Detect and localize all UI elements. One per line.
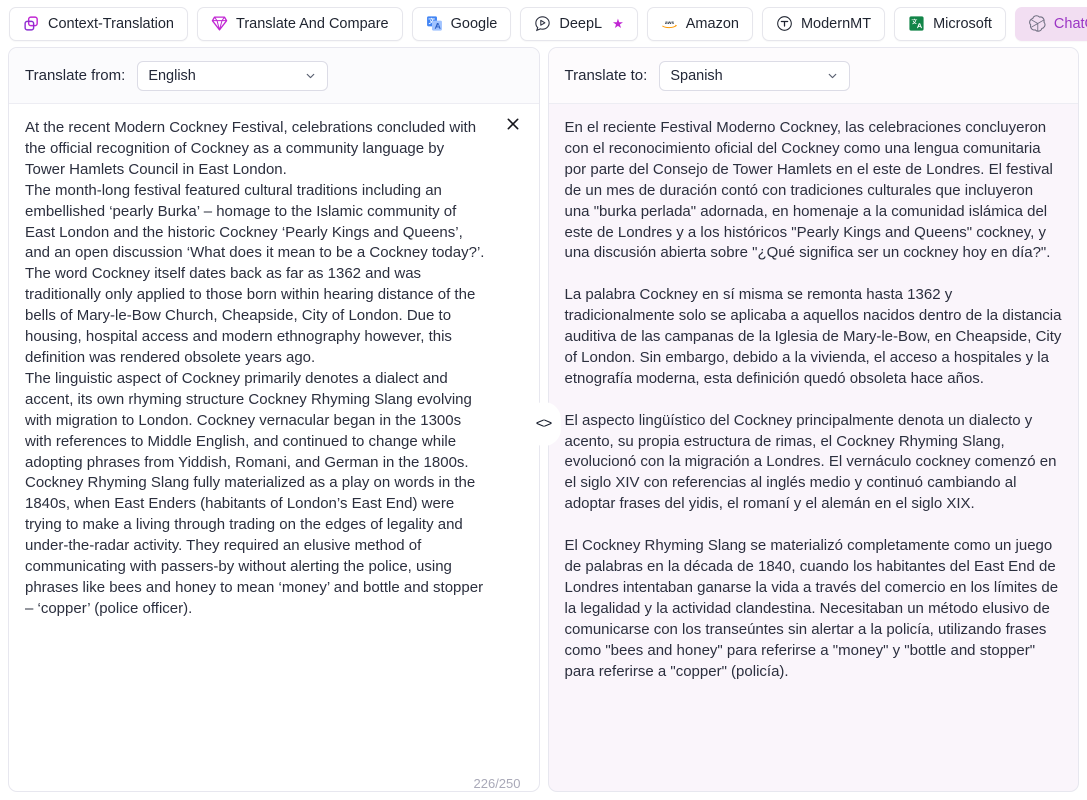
paragraph: The month-long festival featured cultura… xyxy=(25,181,485,262)
target-language-value: Spanish xyxy=(670,67,723,84)
tab-label: DeepL xyxy=(559,15,603,32)
source-text-area[interactable]: At the recent Modern Cockney Festival, c… xyxy=(9,104,539,751)
tab-amazon[interactable]: aws Amazon xyxy=(646,6,753,41)
target-panel: Translate to: Spanish En el reciente Fes… xyxy=(547,47,1079,792)
chevron-down-icon xyxy=(304,69,317,82)
tab-translate-and-compare[interactable]: Translate And Compare xyxy=(197,6,403,41)
star-icon[interactable]: ★ xyxy=(612,16,624,32)
diamond-icon xyxy=(211,15,228,32)
paragraph: La palabra Cockney en sí misma se remont… xyxy=(564,286,1066,387)
translate-to-label: Translate to: xyxy=(564,67,648,84)
target-text-area[interactable]: En el reciente Festival Moderno Cockney,… xyxy=(549,104,1079,751)
aws-icon: aws xyxy=(661,15,678,32)
provider-tab-bar: Context-Translation Translate And Compare… xyxy=(0,0,1087,47)
openai-icon xyxy=(1029,15,1046,32)
tab-context-translation[interactable]: Context-Translation xyxy=(9,6,188,41)
panel-resize-handle[interactable]: <> xyxy=(526,401,561,446)
paragraph: The linguistic aspect of Cockney primari… xyxy=(25,369,477,471)
splitter-chevrons-icon: <> xyxy=(535,415,553,432)
source-text-content: At the recent Modern Cockney Festival, c… xyxy=(25,118,487,620)
tab-chatgpt[interactable]: ChatGPT xyxy=(1014,6,1087,41)
paragraph: At the recent Modern Cockney Festival, c… xyxy=(25,119,481,178)
tab-label: Translate And Compare xyxy=(236,15,389,32)
target-footer xyxy=(549,751,1079,791)
paragraph: En el reciente Festival Moderno Cockney,… xyxy=(564,119,1057,262)
source-language-value: English xyxy=(148,67,196,84)
tab-label: Google xyxy=(450,15,498,32)
close-icon[interactable] xyxy=(501,112,525,136)
translate-from-label: Translate from: xyxy=(25,67,126,84)
target-language-bar: Translate to: Spanish xyxy=(548,48,1078,104)
tab-microsoft[interactable]: Microsoft xyxy=(894,6,1006,41)
svg-text:aws: aws xyxy=(665,21,675,26)
translation-workspace: Translate from: English At the recent Mo… xyxy=(0,47,1087,800)
google-translate-icon xyxy=(426,15,443,32)
copy-icon xyxy=(23,15,40,32)
tab-label: Amazon xyxy=(685,15,739,32)
target-language-select[interactable]: Spanish xyxy=(659,60,851,91)
tab-label: Context-Translation xyxy=(48,15,174,32)
source-footer: 226/250 xyxy=(9,751,539,791)
microsoft-translator-icon xyxy=(908,15,925,32)
tab-modernmt[interactable]: ModernMT xyxy=(761,6,886,41)
chevron-down-icon xyxy=(826,69,839,82)
paragraph: El aspecto lingüístico del Cockney princ… xyxy=(564,411,1061,513)
tab-deepl[interactable]: DeepL ★ xyxy=(520,6,638,41)
tab-label: ChatGPT xyxy=(1053,15,1087,32)
target-text-content: En el reciente Festival Moderno Cockney,… xyxy=(565,118,1063,682)
tab-label: ModernMT xyxy=(800,15,872,32)
tab-label: Microsoft xyxy=(933,15,992,32)
source-language-bar: Translate from: English xyxy=(9,48,539,104)
paragraph: El Cockney Rhyming Slang se materializó … xyxy=(564,537,1063,680)
tab-google[interactable]: Google xyxy=(411,6,512,41)
paragraph: Cockney Rhyming Slang fully materialized… xyxy=(25,474,488,617)
modernmt-icon xyxy=(776,15,793,32)
deepl-icon xyxy=(534,15,551,32)
paragraph: The word Cockney itself dates back as fa… xyxy=(25,265,480,366)
source-panel: Translate from: English At the recent Mo… xyxy=(8,47,540,792)
character-counter: 226/250 xyxy=(473,776,521,791)
source-language-select[interactable]: English xyxy=(137,60,329,91)
